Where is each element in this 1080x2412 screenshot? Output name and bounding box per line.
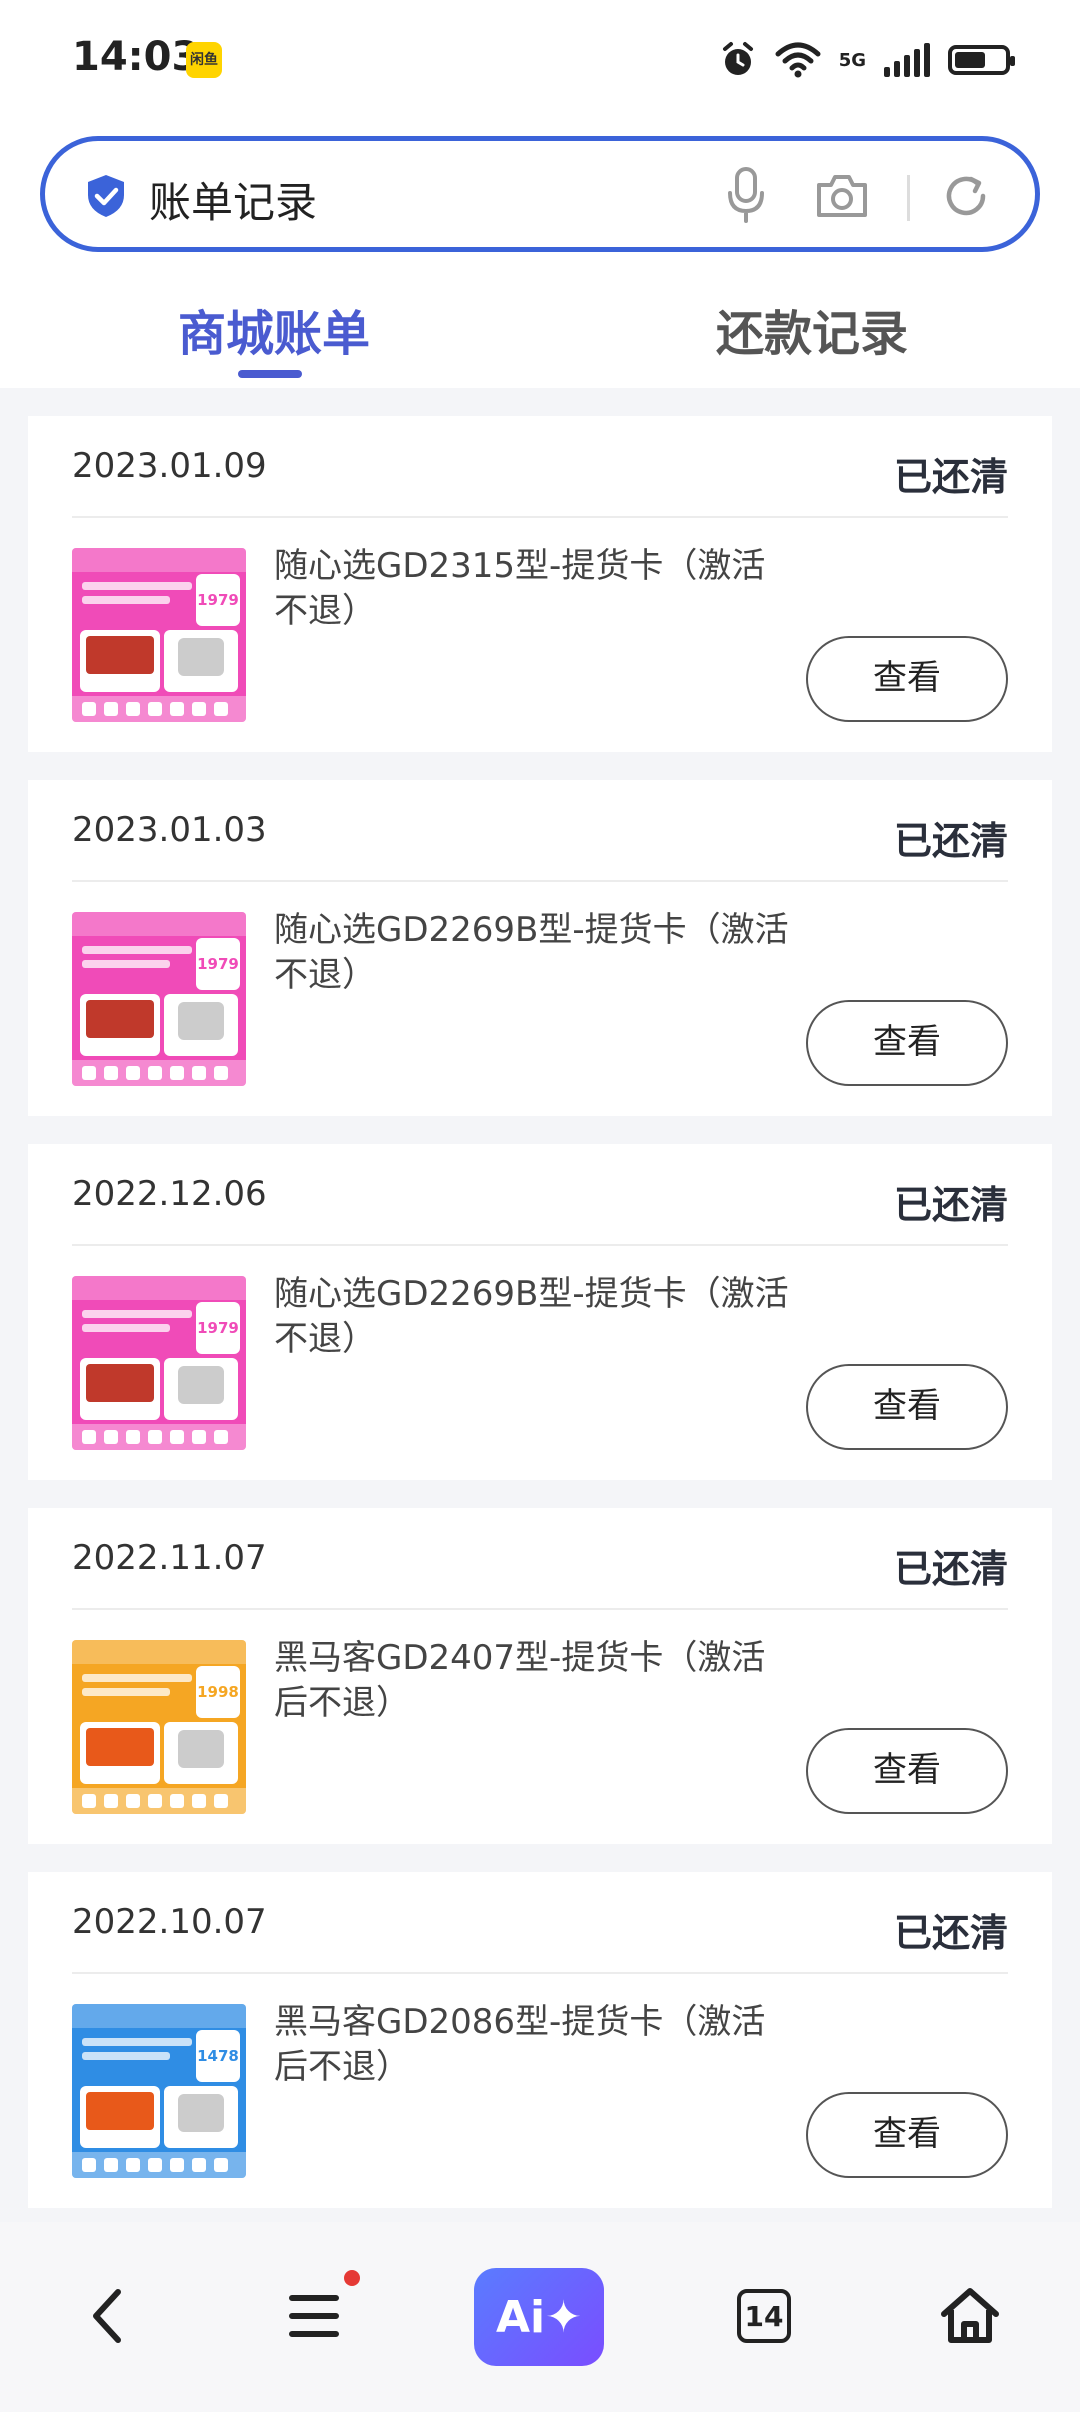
thumbnail-price: 1979 <box>196 574 240 626</box>
home-button[interactable] <box>922 2268 1018 2364</box>
record-status: 已还清 <box>893 1547 1008 1591</box>
record-divider <box>72 516 1008 518</box>
record-status: 已还清 <box>893 455 1008 499</box>
record-status: 已还清 <box>893 1183 1008 1227</box>
view-button[interactable]: 查看 <box>806 1364 1008 1450</box>
view-button[interactable]: 查看 <box>806 1728 1008 1814</box>
tab-bar: 商城账单 还款记录 <box>0 280 1080 388</box>
record-divider <box>72 880 1008 882</box>
record-card: 2022.12.06 已还清 1979 随心选GD2269B型-提货卡（激活不退… <box>28 1144 1052 1480</box>
signal-icon <box>884 43 930 77</box>
battery-icon <box>948 45 1015 75</box>
tab-mall-bill[interactable]: 商城账单 <box>178 294 370 364</box>
record-divider <box>72 1972 1008 1974</box>
thumbnail-price: 1979 <box>196 1302 240 1354</box>
record-title[interactable]: 随心选GD2269B型-提货卡（激活不退） <box>274 908 794 998</box>
alarm-icon <box>722 42 753 75</box>
record-date: 2022.10.07 <box>72 1902 267 1942</box>
wifi-icon <box>775 42 821 78</box>
back-icon <box>93 2289 121 2343</box>
tabs-button[interactable]: 14 <box>716 2268 812 2364</box>
product-thumbnail[interactable]: 1979 <box>72 912 246 1086</box>
thumbnail-price: 1979 <box>196 938 240 990</box>
tabs-icon: 14 <box>737 2289 791 2343</box>
product-thumbnail[interactable]: 1979 <box>72 548 246 722</box>
status-icons: 5G <box>719 38 1015 82</box>
back-button[interactable] <box>60 2268 156 2364</box>
record-date: 2023.01.09 <box>72 446 267 486</box>
header: 账单记录 商城账单 还款记录 <box>0 120 1080 388</box>
thumbnail-price: 1998 <box>196 1666 240 1718</box>
shield-check-icon <box>88 175 124 217</box>
status-bar: 14:03 闲鱼 5G <box>0 0 1080 120</box>
record-status: 已还清 <box>893 1911 1008 1955</box>
camera-icon[interactable] <box>815 171 869 219</box>
record-title[interactable]: 随心选GD2315型-提货卡（激活不退） <box>274 544 794 634</box>
tab-active-indicator <box>238 370 302 378</box>
record-status: 已还清 <box>893 819 1008 863</box>
ai-assistant-button[interactable]: Ai✦ <box>474 2268 604 2366</box>
battery-level <box>955 52 985 68</box>
record-date: 2023.01.03 <box>72 810 267 850</box>
record-divider <box>72 1244 1008 1246</box>
record-divider <box>72 1608 1008 1610</box>
record-title[interactable]: 随心选GD2269B型-提货卡（激活不退） <box>274 1272 794 1362</box>
network-type-label: 5G <box>838 49 866 71</box>
app-badge-icon: 闲鱼 <box>186 42 222 78</box>
view-button[interactable]: 查看 <box>806 1000 1008 1086</box>
tab-repayment-record[interactable]: 还款记录 <box>716 294 908 364</box>
record-date: 2022.12.06 <box>72 1174 267 1214</box>
record-date: 2022.11.07 <box>72 1538 267 1578</box>
search-input[interactable]: 账单记录 <box>149 169 317 230</box>
record-title[interactable]: 黑马客GD2407型-提货卡（激活后不退） <box>274 1636 794 1726</box>
search-divider <box>907 175 910 221</box>
product-thumbnail[interactable]: 1979 <box>72 1276 246 1450</box>
product-thumbnail[interactable]: 1998 <box>72 1640 246 1814</box>
record-card: 2022.10.07 已还清 1478 黑马客GD2086型-提货卡（激活后不退… <box>28 1872 1052 2208</box>
search-bar[interactable]: 账单记录 <box>40 136 1040 252</box>
view-button[interactable]: 查看 <box>806 2092 1008 2178</box>
refresh-icon[interactable] <box>941 171 991 221</box>
product-thumbnail[interactable]: 1478 <box>72 2004 246 2178</box>
status-time: 14:03 <box>72 34 200 80</box>
record-title[interactable]: 黑马客GD2086型-提货卡（激活后不退） <box>274 2000 794 2090</box>
notification-dot <box>344 2270 360 2286</box>
record-card: 2022.11.07 已还清 1998 黑马客GD2407型-提货卡（激活后不退… <box>28 1508 1052 1844</box>
record-card: 2023.01.09 已还清 1979 随心选GD2315型-提货卡（激活不退）… <box>28 416 1052 752</box>
home-icon <box>941 2288 999 2343</box>
thumbnail-price: 1478 <box>196 2030 240 2082</box>
record-card: 2023.01.03 已还清 1979 随心选GD2269B型-提货卡（激活不退… <box>28 780 1052 1116</box>
view-button[interactable]: 查看 <box>806 636 1008 722</box>
microphone-icon[interactable] <box>725 167 767 223</box>
bottom-nav: Ai✦ 14 <box>0 2222 1080 2412</box>
menu-icon <box>289 2295 339 2337</box>
